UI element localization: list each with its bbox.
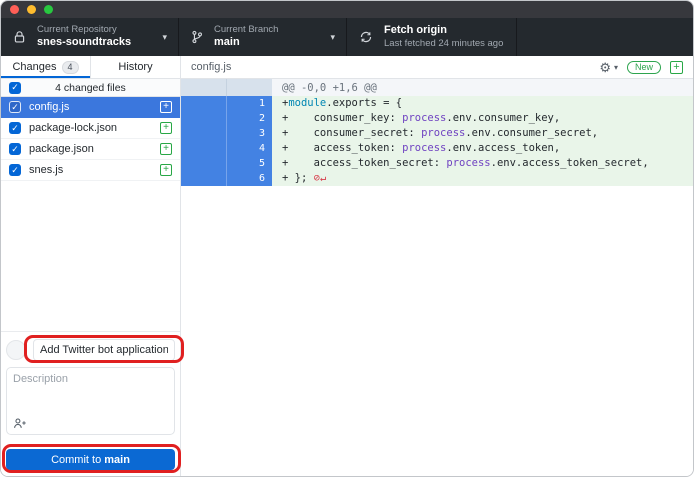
hunk-gutter-new xyxy=(226,79,272,96)
hunk-gutter-old xyxy=(181,79,226,96)
file-row-package-lock.json[interactable]: ✓ package-lock.json + xyxy=(1,118,180,139)
lock-icon xyxy=(13,30,26,44)
sidebar-tabs: Changes 4 History xyxy=(1,56,180,79)
diff-gutter-new[interactable]: 2 xyxy=(226,111,272,126)
added-file-icon: + xyxy=(160,143,172,155)
diff-gutter-old[interactable] xyxy=(181,126,226,141)
current-branch-button[interactable]: Current Branch main ▾ xyxy=(179,18,347,56)
fetch-label: Fetch origin xyxy=(384,24,503,38)
commit-form: Commit to main xyxy=(1,331,180,476)
file-name: snes.js xyxy=(29,164,152,176)
commit-summary-input[interactable] xyxy=(33,339,175,361)
diff-line-code: + }; ⊘↵ xyxy=(272,171,693,186)
fetch-origin-button[interactable]: Fetch origin Last fetched 24 minutes ago xyxy=(347,18,517,56)
file-name: package.json xyxy=(29,143,152,155)
diff-line-6[interactable]: 6+ }; ⊘↵ xyxy=(181,171,693,186)
diff-view: @@ -0,0 +1,6 @@ 1+module.exports = {2+ c… xyxy=(181,79,693,186)
main-body: Changes 4 History ✓ 4 changed files ✓ con… xyxy=(1,56,693,476)
added-file-icon: + xyxy=(160,164,172,176)
diff-gutter-new[interactable]: 4 xyxy=(226,141,272,156)
diff-header: config.js ⚙ ▾ New + xyxy=(181,56,693,79)
diff-line-code: +module.exports = { xyxy=(272,96,693,111)
tab-history[interactable]: History xyxy=(90,56,180,78)
select-all-checkbox[interactable]: ✓ xyxy=(9,82,21,94)
branch-label: Current Branch xyxy=(214,24,278,36)
diff-gutter-new[interactable]: 6 xyxy=(226,171,272,186)
diff-gutter-old[interactable] xyxy=(181,141,226,156)
diff-gutter-old[interactable] xyxy=(181,156,226,171)
file-row-snes.js[interactable]: ✓ snes.js + xyxy=(1,160,180,181)
diff-line-1[interactable]: 1+module.exports = { xyxy=(181,96,693,111)
file-checkbox[interactable]: ✓ xyxy=(9,101,21,113)
diff-line-code: + consumer_key: process.env.consumer_key… xyxy=(272,111,693,126)
gear-icon[interactable]: ⚙ xyxy=(599,61,611,74)
zoom-button[interactable] xyxy=(44,5,53,14)
add-coauthor-icon[interactable] xyxy=(13,417,27,430)
app-window: Current Repository snes-soundtracks ▾ Cu… xyxy=(0,0,694,477)
git-branch-icon xyxy=(191,30,203,44)
tab-changes[interactable]: Changes 4 xyxy=(1,56,90,78)
commit-button[interactable]: Commit to main xyxy=(6,449,175,470)
repository-name: snes-soundtracks xyxy=(37,36,131,50)
hunk-header-text: @@ -0,0 +1,6 @@ xyxy=(272,79,693,96)
diff-line-code: + access_token_secret: process.env.acces… xyxy=(272,156,693,171)
file-row-config.js[interactable]: ✓ config.js + xyxy=(1,97,180,118)
current-repository-button[interactable]: Current Repository snes-soundtracks ▾ xyxy=(1,18,179,56)
diff-lines: 1+module.exports = {2+ consumer_key: pro… xyxy=(181,96,693,186)
file-checkbox[interactable]: ✓ xyxy=(9,143,21,155)
file-list: ✓ config.js + ✓ package-lock.json + ✓ package.j… xyxy=(1,97,180,181)
diff-gutter-new[interactable]: 3 xyxy=(226,126,272,141)
close-button[interactable] xyxy=(10,5,19,14)
changed-files-count: 4 changed files xyxy=(55,82,126,94)
tab-history-label: History xyxy=(118,61,152,73)
commit-button-prefix: Commit to xyxy=(51,454,101,466)
diff-pane: config.js ⚙ ▾ New + @@ -0,0 +1,6 @@ 1+mo… xyxy=(181,56,693,476)
added-file-icon: + xyxy=(160,122,172,134)
added-file-icon: + xyxy=(160,101,172,113)
diff-line-code: + access_token: process.env.access_token… xyxy=(272,141,693,156)
sync-icon xyxy=(359,30,373,44)
branch-name: main xyxy=(214,36,278,50)
commit-description-input[interactable] xyxy=(7,368,174,414)
diff-line-4[interactable]: 4+ access_token: process.env.access_toke… xyxy=(181,141,693,156)
hunk-header-row: @@ -0,0 +1,6 @@ xyxy=(181,79,693,96)
fetch-sublabel: Last fetched 24 minutes ago xyxy=(384,38,503,50)
chevron-down-icon: ▾ xyxy=(330,32,335,43)
diff-gutter-old[interactable] xyxy=(181,171,226,186)
toolbar: Current Repository snes-soundtracks ▾ Cu… xyxy=(1,18,693,56)
file-checkbox[interactable]: ✓ xyxy=(9,122,21,134)
chevron-down-icon: ▾ xyxy=(162,32,167,43)
diff-line-5[interactable]: 5+ access_token_secret: process.env.acce… xyxy=(181,156,693,171)
diff-line-2[interactable]: 2+ consumer_key: process.env.consumer_ke… xyxy=(181,111,693,126)
file-name: config.js xyxy=(29,101,152,113)
diff-line-3[interactable]: 3+ consumer_secret: process.env.consumer… xyxy=(181,126,693,141)
commit-button-branch: main xyxy=(104,454,130,466)
diff-gutter-old[interactable] xyxy=(181,96,226,111)
diff-line-code: + consumer_secret: process.env.consumer_… xyxy=(272,126,693,141)
avatar xyxy=(6,340,26,360)
added-file-icon: + xyxy=(670,61,683,74)
repository-label: Current Repository xyxy=(37,24,131,36)
diff-gutter-new[interactable]: 1 xyxy=(226,96,272,111)
diff-gutter-old[interactable] xyxy=(181,111,226,126)
file-row-package.json[interactable]: ✓ package.json + xyxy=(1,139,180,160)
file-checkbox[interactable]: ✓ xyxy=(9,164,21,176)
changes-count-badge: 4 xyxy=(62,61,79,74)
diff-file-name: config.js xyxy=(191,61,599,73)
diff-gutter-new[interactable]: 5 xyxy=(226,156,272,171)
chevron-down-icon[interactable]: ▾ xyxy=(614,63,618,72)
changed-files-header: ✓ 4 changed files xyxy=(1,79,180,97)
file-name: package-lock.json xyxy=(29,122,152,134)
new-file-badge: New xyxy=(627,61,661,74)
titlebar xyxy=(1,1,693,18)
minimize-button[interactable] xyxy=(27,5,36,14)
tab-changes-label: Changes xyxy=(12,61,56,73)
sidebar: Changes 4 History ✓ 4 changed files ✓ con… xyxy=(1,56,181,476)
